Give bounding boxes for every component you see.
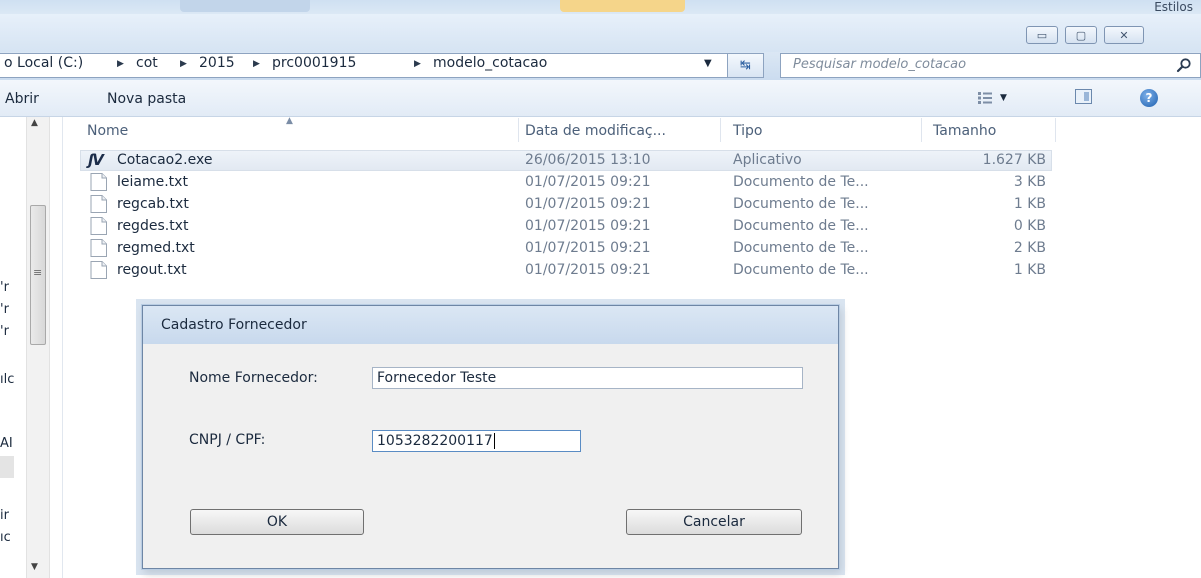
refresh-button[interactable]: ↹: [728, 53, 764, 78]
nav-item-fragment[interactable]: 'r: [0, 280, 9, 295]
column-divider[interactable]: [518, 118, 519, 142]
file-type: Aplicativo: [733, 152, 802, 168]
breadcrumb-separator-icon[interactable]: ▶: [253, 59, 260, 69]
supplier-name-value: Fornecedor Teste: [377, 370, 497, 386]
breadcrumb-2015[interactable]: 2015: [199, 55, 235, 71]
help-icon[interactable]: ?: [1140, 89, 1158, 107]
text-file-icon: [90, 173, 107, 191]
close-icon: ✕: [1119, 28, 1129, 42]
scroll-up-icon[interactable]: ▲: [31, 118, 38, 128]
file-name[interactable]: regmed.txt: [117, 240, 195, 256]
window-titlebar: [0, 14, 1201, 52]
file-modified: 01/07/2015 09:21: [525, 240, 651, 256]
sort-ascending-icon: ▲: [286, 116, 293, 126]
maximize-button[interactable]: ▢: [1065, 26, 1097, 44]
column-header-modified[interactable]: Data de modificaç...: [525, 123, 666, 139]
view-options-icon[interactable]: [978, 92, 992, 104]
cancel-button[interactable]: Cancelar: [626, 509, 802, 535]
exe-icon: ʃV: [88, 151, 104, 169]
file-type: Documento de Te...: [733, 240, 869, 256]
breadcrumb-separator-icon[interactable]: ▶: [414, 59, 421, 69]
file-name[interactable]: regcab.txt: [117, 196, 189, 212]
file-size: 1 KB: [1013, 262, 1046, 278]
column-header-type[interactable]: Tipo: [733, 123, 762, 139]
column-divider[interactable]: [1055, 118, 1056, 142]
text-file-icon: [90, 239, 107, 257]
nav-scrollbar[interactable]: [26, 117, 50, 578]
nav-item-fragment[interactable]: ılc: [0, 372, 14, 387]
file-type: Documento de Te...: [733, 174, 869, 190]
address-bar[interactable]: [0, 53, 728, 78]
supplier-registration-dialog: Cadastro Fornecedor Nome Fornecedor: For…: [142, 305, 839, 569]
minimize-button[interactable]: ▭: [1026, 26, 1058, 44]
breadcrumb-modelo-cotacao[interactable]: modelo_cotacao: [433, 55, 547, 71]
text-file-icon: [90, 261, 107, 279]
view-dropdown-icon[interactable]: ▼: [1000, 93, 1007, 103]
nav-item-fragment[interactable]: AI: [0, 436, 13, 451]
cnpj-cpf-value: 1053282200117: [377, 433, 493, 449]
supplier-name-field[interactable]: Fornecedor Teste: [372, 367, 803, 389]
column-header-name[interactable]: Nome: [87, 123, 128, 139]
text-cursor: [493, 433, 495, 449]
file-modified: 01/07/2015 09:21: [525, 218, 651, 234]
ok-button-label: OK: [266, 514, 288, 530]
minimize-icon: ▭: [1036, 28, 1048, 42]
breadcrumb-separator-icon[interactable]: ▶: [180, 59, 187, 69]
close-button[interactable]: ✕: [1104, 26, 1144, 44]
file-size: 1.627 KB: [982, 152, 1046, 168]
breadcrumb-drive[interactable]: o Local (C:): [4, 55, 83, 71]
ok-button[interactable]: OK: [190, 509, 364, 535]
file-size: 2 KB: [1013, 240, 1046, 256]
text-file-icon: [90, 217, 107, 235]
maximize-icon: ▢: [1075, 28, 1087, 42]
search-icon[interactable]: [1176, 57, 1192, 73]
nav-item-fragment[interactable]: ıc: [0, 530, 11, 545]
column-divider[interactable]: [921, 118, 922, 142]
nav-item-fragment[interactable]: 'r: [0, 302, 9, 317]
taskbar-strip: Estilos: [0, 0, 1201, 15]
breadcrumb-prc0001915[interactable]: prc0001915: [272, 55, 356, 71]
cnpj-cpf-label: CNPJ / CPF:: [189, 432, 266, 448]
file-name[interactable]: regdes.txt: [117, 218, 188, 234]
file-modified: 01/07/2015 09:21: [525, 174, 651, 190]
breadcrumb-cot[interactable]: cot: [136, 55, 158, 71]
file-name[interactable]: regout.txt: [117, 262, 187, 278]
file-name[interactable]: Cotacao2.exe: [117, 152, 212, 168]
scroll-grip-icon: ≡: [33, 266, 43, 279]
file-size: 0 KB: [1013, 218, 1046, 234]
scroll-down-icon[interactable]: ▼: [31, 562, 38, 572]
nav-item-fragment[interactable]: 'r: [0, 324, 9, 339]
estilos-label[interactable]: Estilos: [1154, 0, 1193, 14]
cnpj-cpf-field[interactable]: 1053282200117: [372, 430, 581, 452]
file-type: Documento de Te...: [733, 262, 869, 278]
file-type: Documento de Te...: [733, 196, 869, 212]
supplier-name-label: Nome Fornecedor:: [189, 370, 318, 386]
file-type: Documento de Te...: [733, 218, 869, 234]
file-modified: 01/07/2015 09:21: [525, 196, 651, 212]
preview-pane-icon[interactable]: [1075, 89, 1092, 104]
dialog-title: Cadastro Fornecedor: [161, 317, 307, 333]
address-history-dropdown-icon[interactable]: ▼: [704, 58, 712, 69]
nav-selection-fragment: [0, 456, 14, 478]
breadcrumb-separator-icon[interactable]: ▶: [117, 59, 124, 69]
nav-item-fragment[interactable]: ir: [0, 508, 9, 523]
file-name[interactable]: leiame.txt: [117, 174, 188, 190]
column-header-size[interactable]: Tamanho: [933, 123, 996, 139]
refresh-icon: ↹: [740, 58, 751, 73]
file-size: 3 KB: [1013, 174, 1046, 190]
file-modified: 26/06/2015 13:10: [525, 152, 651, 168]
open-button[interactable]: Abrir: [5, 91, 39, 107]
file-modified: 01/07/2015 09:21: [525, 262, 651, 278]
file-size: 1 KB: [1013, 196, 1046, 212]
search-placeholder: Pesquisar modelo_cotacao: [793, 57, 967, 72]
new-folder-button[interactable]: Nova pasta: [107, 91, 186, 107]
cancel-button-label: Cancelar: [683, 514, 745, 530]
text-file-icon: [90, 195, 107, 213]
column-divider[interactable]: [720, 118, 721, 142]
